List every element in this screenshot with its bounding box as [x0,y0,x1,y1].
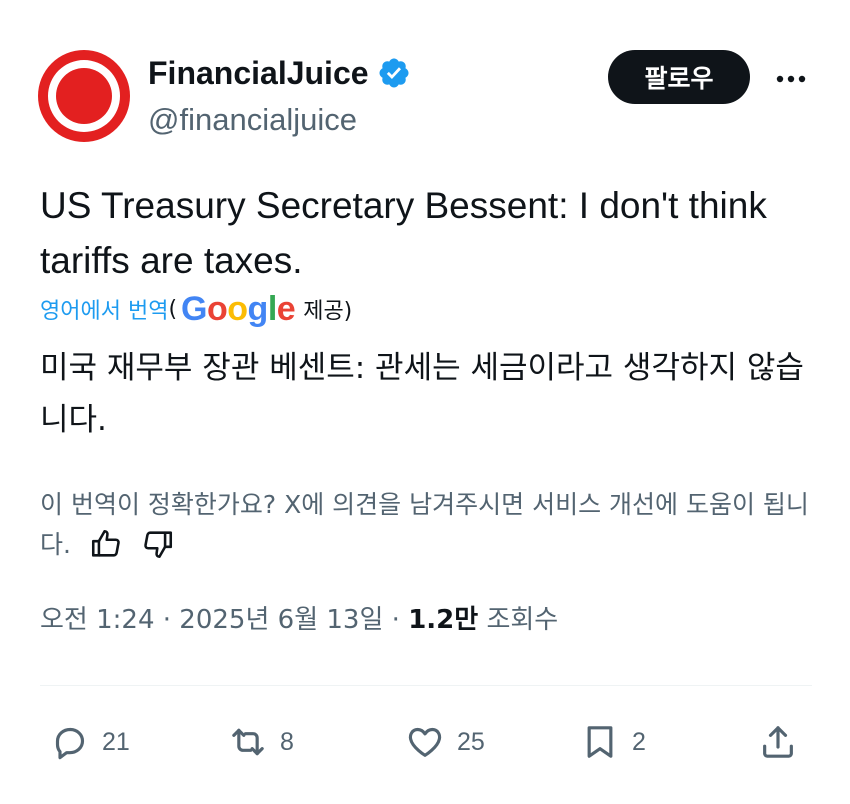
avatar-logo [56,68,112,124]
bookmark-icon [587,726,613,758]
views-label: 조회수 [486,605,559,635]
share-button[interactable] [758,718,798,766]
repost-count: 8 [280,727,294,756]
repost-button[interactable]: 8 [228,718,294,766]
author-name[interactable]: FinancialJuice [148,53,369,93]
thumbs-down-icon[interactable] [141,527,175,561]
like-button[interactable]: 25 [405,718,485,766]
tweet-date[interactable]: 2025년 6월 13일 [179,605,383,635]
more-horizontal-icon[interactable] [772,60,810,98]
views-count: 1.2만 [408,605,479,635]
like-count: 25 [457,727,485,756]
translation-feedback: 이 번역이 정확한가요? X에 의견을 남겨주시면 서비스 개선에 도움이 됩니… [40,485,820,565]
translated-text: 미국 재무부 장관 베센트: 관세는 세금이라고 생각하지 않습니다. [40,350,804,438]
heart-icon [408,727,442,757]
share-icon [763,726,793,758]
verified-badge-icon [379,58,409,88]
reply-icon [55,727,85,760]
repost-icon [232,728,264,756]
translated-from-link[interactable]: 영어에서 번역 [40,293,168,325]
google-logo: Google [181,289,296,328]
author-handle[interactable]: @financialjuice [148,100,357,140]
reply-button[interactable]: 21 [50,718,130,766]
follow-button[interactable]: 팔로우 [608,50,750,104]
translation-attribution: 영어에서 번역 ( Google 제공) [40,288,352,330]
provided-by-suffix: 제공) [303,299,353,324]
reply-count: 21 [102,727,130,756]
tweet-time[interactable]: 오전 1:24 [40,605,155,635]
divider [40,685,812,686]
tweet-text: US Treasury Secretary Bessent: I don't t… [40,185,767,281]
open-paren: ( [168,296,178,322]
bookmark-count: 2 [632,727,646,756]
bookmark-button[interactable]: 2 [580,718,646,766]
meta-separator: · [162,605,172,635]
tweet-meta: 오전 1:24 · 2025년 6월 13일 · 1.2만 조회수 [40,600,558,640]
meta-separator: · [391,605,400,635]
thumbs-up-icon[interactable] [89,527,123,561]
avatar[interactable] [38,50,130,142]
author-name-row[interactable]: FinancialJuice [148,53,411,93]
